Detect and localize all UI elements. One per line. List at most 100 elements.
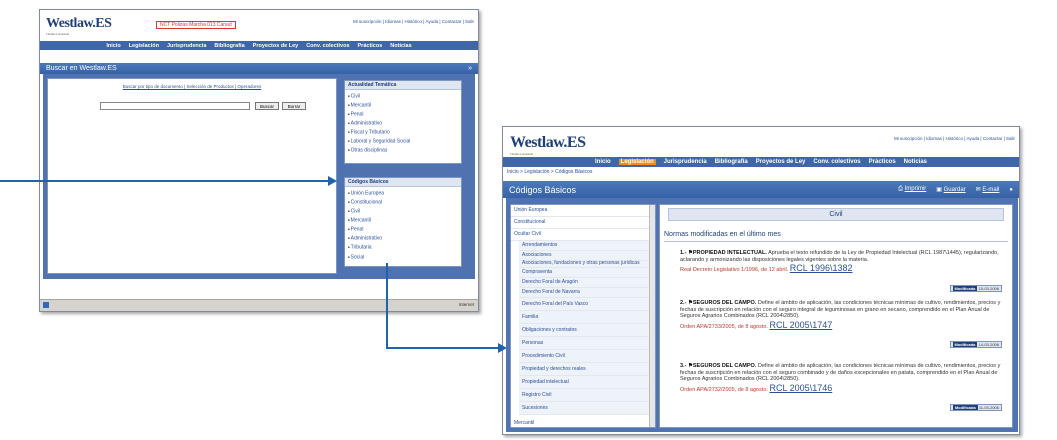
codigos-titlebar: Códigos Básicos ⎙ Imprimir ▣ Guardar ✉ E… bbox=[503, 181, 1019, 198]
arrow-head bbox=[498, 343, 507, 353]
codigos-item[interactable]: Administrativo bbox=[348, 234, 458, 243]
tree-subitem[interactable]: Familia bbox=[519, 311, 655, 324]
result-item: 1.- ⚑PROPIEDAD INTELECTUAL. Aprueba el t… bbox=[680, 250, 1002, 292]
results-panel: Civil Normas modificadas en el último me… bbox=[659, 204, 1013, 428]
actualidad-item[interactable]: Laboral y Seguridad Social bbox=[348, 137, 458, 146]
search-links[interactable]: Buscar por tipo de documento | Selección… bbox=[48, 84, 336, 89]
status-badge: Modificada 14-03-2006 bbox=[949, 341, 1002, 348]
email-button[interactable]: ✉ E-mail bbox=[976, 186, 1000, 193]
rcl-link[interactable]: RCL 2005\1746 bbox=[770, 383, 833, 393]
westlaw-logo[interactable]: Westlaw.ES Thomson Aranzadi bbox=[510, 134, 586, 156]
tree-item[interactable]: Unión Europea bbox=[511, 205, 655, 217]
nav-convenios[interactable]: Conv. colectivos bbox=[813, 159, 860, 165]
tree-item[interactable]: Ocultar Civil bbox=[511, 229, 655, 241]
arrow-line bbox=[386, 263, 388, 349]
borrar-button[interactable]: Borrar bbox=[282, 102, 306, 110]
nav-inicio[interactable]: Inicio bbox=[595, 159, 611, 165]
nav-inicio[interactable]: Inicio bbox=[106, 43, 120, 49]
page-title: Códigos Básicos bbox=[509, 184, 577, 195]
codigos-title: Códigos Básicos bbox=[345, 178, 461, 187]
save-button[interactable]: ▣ Guardar bbox=[936, 186, 965, 193]
save-icon: ▣ bbox=[936, 187, 944, 193]
top-links[interactable]: Mi suscripción | Idiomas | Histórico | A… bbox=[894, 136, 1015, 141]
section-header: Civil bbox=[668, 208, 1004, 221]
content-area: Unión Europea Constitucional Ocultar Civ… bbox=[506, 198, 1018, 432]
nav-legislacion[interactable]: Legislación bbox=[129, 43, 159, 49]
result-ref: Orden APA/2733/2005, de 8 agosto. RCL 20… bbox=[680, 319, 833, 330]
result-item: 2.- ⚑SEGUROS DEL CAMPO. Define el ámbito… bbox=[680, 300, 1002, 352]
westlaw-logo[interactable]: Westlaw.ES Thomson Aranzadi bbox=[46, 16, 112, 36]
tree-scrollbar[interactable] bbox=[649, 205, 655, 427]
tree-subitem[interactable]: Compraventa bbox=[519, 268, 655, 278]
actualidad-item[interactable]: Civil bbox=[348, 92, 458, 101]
codigos-item[interactable]: Unión Europea bbox=[348, 189, 458, 198]
breadcrumb[interactable]: Inicio > Legislación > Códigos Básicos bbox=[507, 169, 592, 175]
nav-legislacion[interactable]: Legislación bbox=[618, 159, 656, 165]
nav-bibliografia[interactable]: Bibliografía bbox=[214, 43, 244, 49]
print-button[interactable]: ⎙ Imprimir bbox=[898, 186, 926, 193]
main-nav: Inicio Legislación Jurisprudencia Biblio… bbox=[503, 157, 1019, 167]
result-ref: Orden APA/2732/2005, de 8 agosto. RCL 20… bbox=[680, 382, 833, 393]
search-panel: Buscar por tipo de documento | Selección… bbox=[47, 78, 337, 274]
codigos-item[interactable]: Constitucional bbox=[348, 198, 458, 207]
result-text: 2.- ⚑SEGUROS DEL CAMPO. Define el ámbito… bbox=[680, 300, 1001, 319]
arrow-head bbox=[328, 176, 337, 186]
rcl-link[interactable]: RCL 1996\1382 bbox=[790, 263, 853, 273]
ie-icon bbox=[43, 302, 49, 308]
codigos-item[interactable]: Civil bbox=[348, 207, 458, 216]
tree-subitem[interactable]: Derecho Foral del País Vasco bbox=[519, 298, 655, 311]
actualidad-item[interactable]: Fiscal y Tributario bbox=[348, 128, 458, 137]
search-titlebar: Buscar en Westlaw.ES » bbox=[40, 63, 478, 74]
nav-jurisprudencia[interactable]: Jurisprudencia bbox=[167, 43, 206, 49]
tree-item[interactable]: Mercantil bbox=[514, 420, 534, 426]
codigos-window: Westlaw.ES Thomson Aranzadi Mi suscripció… bbox=[502, 126, 1020, 435]
codigos-panel: Códigos Básicos Unión Europea Constituci… bbox=[344, 177, 462, 267]
tree-subitem[interactable]: Registro Civil bbox=[519, 389, 655, 402]
result-title[interactable]: SEGUROS DEL CAMPO. bbox=[693, 300, 756, 306]
actualidad-title: Actualidad Temática bbox=[345, 81, 461, 90]
tree-subitem[interactable]: Obligaciones y contratos bbox=[519, 324, 655, 337]
top-links[interactable]: Mi suscripción | Idiomas | Histórico | A… bbox=[353, 19, 474, 24]
actualidad-item[interactable]: Mercantil bbox=[348, 101, 458, 110]
tree-subitem[interactable]: Sucesiones bbox=[519, 402, 655, 415]
search-input[interactable] bbox=[100, 102, 250, 110]
tree-subitem[interactable]: Propiedad intelectual bbox=[519, 376, 655, 389]
tree-subitem[interactable]: Personas bbox=[519, 337, 655, 350]
tree-subitem[interactable]: Propiedad y derechos reales bbox=[519, 363, 655, 376]
nav-practicos[interactable]: Prácticos bbox=[869, 159, 896, 165]
nav-proyectos[interactable]: Proyectos de Ley bbox=[756, 159, 806, 165]
tree-subitem[interactable]: Derecho Foral de Navarra bbox=[519, 288, 655, 298]
codigos-item[interactable]: Tributaria bbox=[348, 243, 458, 252]
result-text: 3.- ⚑SEGUROS DEL CAMPO. Define el ámbito… bbox=[680, 363, 1001, 382]
zone-text: Internet bbox=[458, 302, 474, 307]
nav-noticias[interactable]: Noticias bbox=[390, 43, 411, 49]
page-title: Buscar en Westlaw.ES bbox=[46, 65, 117, 72]
subheading: Normas modificadas en el último mes bbox=[664, 231, 781, 238]
result-title[interactable]: SEGUROS DEL CAMPO. bbox=[693, 363, 756, 369]
tree-subitem[interactable]: Arrendamientos bbox=[519, 241, 655, 251]
nav-noticias[interactable]: Noticias bbox=[904, 159, 927, 165]
codigos-item[interactable]: Social bbox=[348, 253, 458, 262]
status-bar: Internet bbox=[40, 299, 478, 311]
help-icon[interactable]: ● bbox=[1009, 187, 1013, 193]
buscar-button[interactable]: Buscar bbox=[255, 102, 279, 110]
actualidad-item[interactable]: Administrativo bbox=[348, 119, 458, 128]
nav-practicos[interactable]: Prácticos bbox=[358, 43, 383, 49]
codigos-item[interactable]: Penal bbox=[348, 225, 458, 234]
actualidad-item[interactable]: Penal bbox=[348, 110, 458, 119]
rcl-link[interactable]: RCL 2005\1747 bbox=[770, 320, 833, 330]
nav-bibliografia[interactable]: Bibliografía bbox=[715, 159, 748, 165]
content-area: Buscar por tipo de documento | Selección… bbox=[43, 74, 475, 279]
tree-subitem[interactable]: Procedimiento Civil bbox=[519, 350, 655, 363]
notice-link[interactable]: NCT Polizas Marcha 013 Canad bbox=[156, 21, 236, 29]
nav-jurisprudencia[interactable]: Jurisprudencia bbox=[664, 159, 707, 165]
main-nav: Inicio Legislación Jurisprudencia Biblio… bbox=[40, 41, 478, 50]
tree-subitem[interactable]: Derecho Foral de Aragón bbox=[519, 278, 655, 288]
nav-proyectos[interactable]: Proyectos de Ley bbox=[253, 43, 299, 49]
result-title[interactable]: PROPIEDAD INTELECTUAL. bbox=[693, 250, 767, 256]
tree-item[interactable]: Constitucional bbox=[511, 217, 655, 229]
collapse-icon[interactable]: » bbox=[468, 65, 472, 72]
codigos-item[interactable]: Mercantil bbox=[348, 216, 458, 225]
nav-convenios[interactable]: Conv. colectivos bbox=[306, 43, 349, 49]
actualidad-item[interactable]: Otras disciplinas bbox=[348, 146, 458, 155]
